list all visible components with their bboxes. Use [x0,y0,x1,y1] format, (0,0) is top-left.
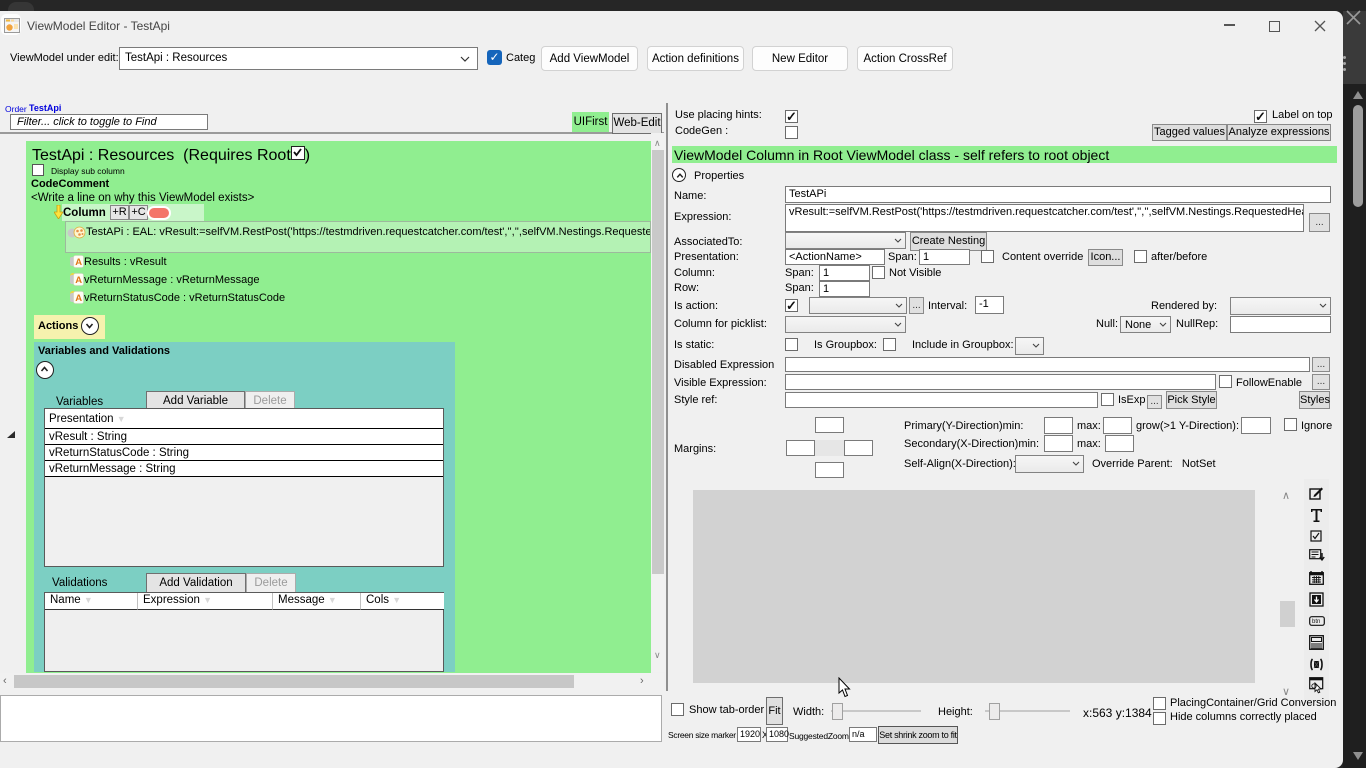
svg-text:A: A [75,293,82,304]
svg-text:A: A [75,275,82,286]
svg-text:btn: btn [1312,619,1320,625]
svg-text:A: A [75,257,82,268]
